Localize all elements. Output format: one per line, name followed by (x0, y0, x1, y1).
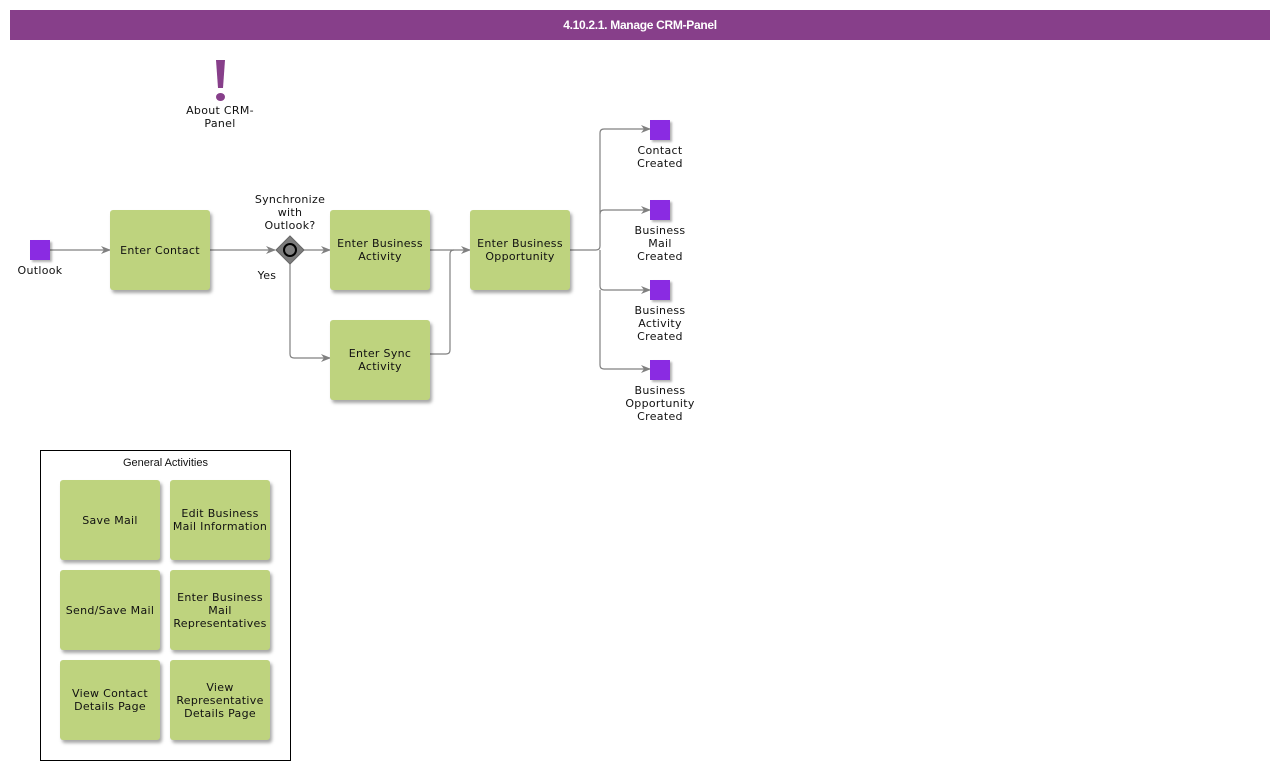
task-enter-business-activity[interactable]: Enter Business Activity (330, 210, 430, 290)
task-send-save-mail[interactable]: Send/Save Mail (60, 570, 160, 650)
start-event-label: Outlook (17, 264, 63, 277)
gateway-diamond (275, 235, 305, 265)
gateway-question-label: Synchronize with Outlook? (254, 193, 326, 232)
task-view-representative-details-page[interactable]: View Representative Details Page (170, 660, 270, 740)
task-enter-business-opportunity[interactable]: Enter Business Opportunity (470, 210, 570, 290)
task-view-contact-details-page[interactable]: View Contact Details Page (60, 660, 160, 740)
start-event-outlook[interactable] (30, 240, 50, 260)
end-event-business-activity-created[interactable] (650, 280, 670, 300)
gateway-yes-label: Yes (257, 269, 277, 282)
task-save-mail[interactable]: Save Mail (60, 480, 160, 560)
end-event-label: Contact Created (637, 144, 683, 170)
group-title: General Activities (123, 457, 208, 469)
end-event-label: Business Activity Created (634, 304, 686, 343)
end-event-contact-created[interactable] (650, 120, 670, 140)
end-event-label: Business Opportunity Created (625, 384, 695, 423)
task-enter-sync-activity[interactable]: Enter Sync Activity (330, 320, 430, 400)
end-event-label: Business Mail Created (634, 224, 686, 263)
flow-gateway-to-sync-activity (289, 263, 331, 362)
task-edit-business-mail-information[interactable]: Edit Business Mail Information (170, 480, 270, 560)
task-enter-business-mail-representatives[interactable]: Enter Business Mail Representatives (170, 570, 270, 650)
task-enter-contact[interactable]: Enter Contact (110, 210, 210, 290)
general-activities-group: General Activities Save Mail Edit Busine… (40, 450, 291, 761)
flow-sync-activity-to-opportunity (430, 249, 455, 355)
flow-opportunity-to-mail-created (599, 206, 651, 215)
end-event-business-opportunity-created[interactable] (650, 360, 670, 380)
end-event-business-mail-created[interactable] (650, 200, 670, 220)
